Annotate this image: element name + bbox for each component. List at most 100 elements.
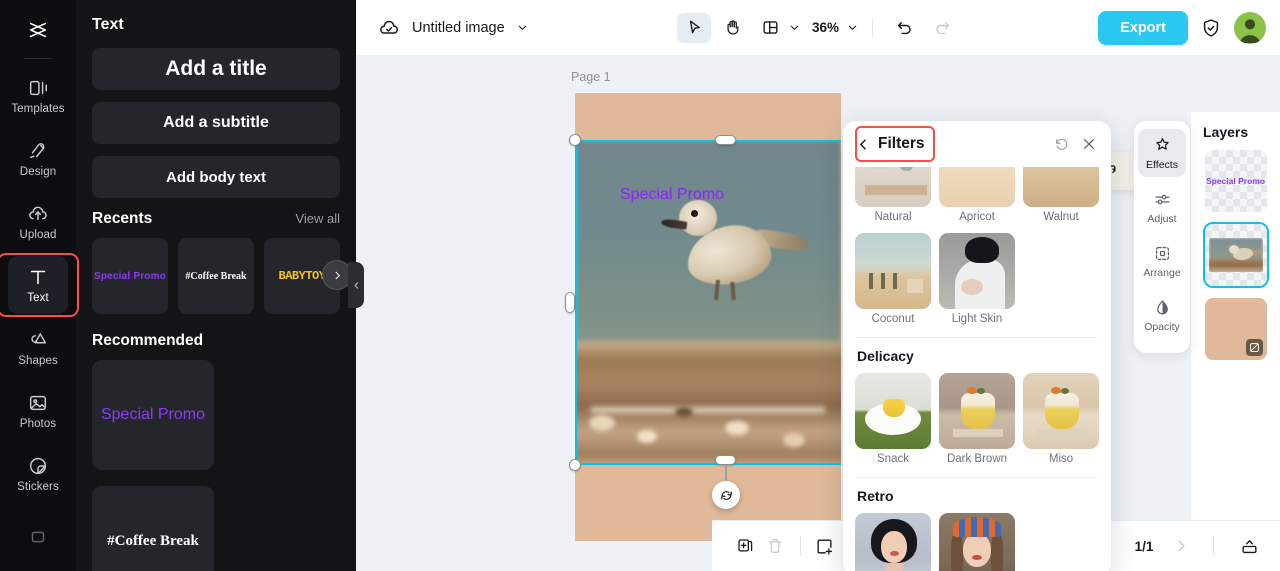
zoom-chevron-down-icon[interactable] <box>847 22 858 33</box>
sidebar-label-stickers: Stickers <box>17 481 59 493</box>
rail-divider <box>24 58 52 59</box>
bottom-right-controls: 1/1 <box>1095 532 1264 560</box>
layer-item-image[interactable] <box>1202 222 1269 288</box>
undo-button[interactable] <box>887 13 921 43</box>
next-page-button[interactable] <box>1169 534 1193 558</box>
hand-tool-button[interactable] <box>715 13 749 43</box>
redo-button[interactable] <box>925 13 959 43</box>
user-avatar[interactable] <box>1234 11 1266 44</box>
sidebar-item-stickers[interactable]: Stickers <box>8 445 68 503</box>
artboard[interactable]: Special Promo <box>575 93 841 541</box>
resize-handle-bottom-mid[interactable] <box>715 455 736 465</box>
image-pebble <box>725 421 749 435</box>
delete-page-button[interactable] <box>760 532 790 560</box>
filters-divider <box>857 337 1097 338</box>
filters-back-button[interactable]: Filters <box>857 135 925 153</box>
bird-eye <box>691 210 698 217</box>
filter-item[interactable]: Walnut <box>1023 167 1099 223</box>
add-body-text-button[interactable]: Add body text <box>92 156 340 198</box>
filter-item[interactable]: Miso <box>1023 373 1099 465</box>
resize-handle-bottom-left[interactable] <box>569 459 581 471</box>
filter-item[interactable]: Snack <box>855 373 931 465</box>
filter-item[interactable]: Light Skin <box>939 233 1015 325</box>
image-pebble <box>783 433 805 447</box>
recommended-item[interactable]: #Coffee Break <box>92 486 214 571</box>
reset-icon[interactable] <box>1054 137 1069 152</box>
recommended-item[interactable]: Special Promo <box>92 360 214 470</box>
filter-label: Light Skin <box>951 313 1003 325</box>
canvas-area[interactable]: Page 1 Special Promo Filters Natural Apr… <box>356 56 1280 571</box>
layout-tool-button[interactable] <box>753 13 787 43</box>
cloud-saved-icon[interactable] <box>378 17 400 39</box>
recent-text-item[interactable]: Special Promo <box>92 238 168 314</box>
image-pebble <box>675 407 693 417</box>
filter-item[interactable] <box>855 513 931 571</box>
add-title-button[interactable]: Add a title <box>92 48 340 90</box>
sidebar-item-design[interactable]: Design <box>8 130 68 188</box>
filter-item[interactable]: Natural <box>855 167 931 223</box>
filters-section-title: Retro <box>857 488 894 504</box>
tab-label-effects: Effects <box>1146 159 1178 171</box>
filter-thumbnail <box>855 167 931 207</box>
tab-label-adjust: Adjust <box>1147 213 1177 225</box>
tab-label-arrange: Arrange <box>1143 267 1181 279</box>
shield-check-icon[interactable] <box>1200 17 1222 39</box>
rotate-handle[interactable] <box>712 481 740 509</box>
filter-label: Miso <box>1048 453 1074 465</box>
sidebar-item-more[interactable] <box>8 508 68 566</box>
filters-title: Filters <box>878 135 925 152</box>
sidebar-item-shapes[interactable]: Shapes <box>8 319 68 377</box>
sidebar-item-upload[interactable]: Upload <box>8 193 68 251</box>
zoom-control[interactable]: 36% <box>812 20 858 35</box>
collapse-panel-handle[interactable] <box>348 262 364 308</box>
layer-thumb-image <box>1208 238 1263 272</box>
sidebar-item-photos[interactable]: Photos <box>8 382 68 440</box>
recent-text-item[interactable]: #Coffee Break <box>178 238 254 314</box>
recommended-grid: Special Promo #Coffee Break Healthy Food… <box>92 360 340 571</box>
filter-thumbnail <box>939 373 1015 449</box>
resize-handle-top-left[interactable] <box>569 134 581 146</box>
bottom-divider <box>800 536 801 556</box>
layer-item-text[interactable]: Special Promo <box>1204 150 1267 212</box>
filter-item[interactable]: Coconut <box>855 233 931 325</box>
canvas-text-element[interactable]: Special Promo <box>620 186 724 204</box>
right-tool-rail: Effects Adjust Arrange Opacity <box>1134 121 1190 353</box>
filters-header-actions <box>1054 136 1097 152</box>
tab-adjust[interactable]: Adjust <box>1138 183 1186 231</box>
filter-thumbnail <box>939 513 1015 571</box>
chevron-down-icon[interactable] <box>517 22 528 33</box>
recommended-header: Recommended <box>92 332 340 350</box>
recent-item-label: #Coffee Break <box>185 270 247 282</box>
recents-view-all-link[interactable]: View all <box>295 211 340 226</box>
filters-popover-header: Filters <box>843 121 1111 167</box>
export-button[interactable]: Export <box>1098 10 1188 45</box>
layer-item-background[interactable] <box>1204 298 1267 360</box>
close-icon[interactable] <box>1081 136 1097 152</box>
present-button[interactable] <box>1234 532 1264 560</box>
tab-opacity[interactable]: Opacity <box>1138 291 1186 339</box>
select-tool-button[interactable] <box>676 12 711 43</box>
recents-row: Special Promo #Coffee Break BABYTOY <box>92 238 352 314</box>
resize-handle-top-mid[interactable] <box>715 135 736 145</box>
sidebar-label-photos: Photos <box>19 418 57 430</box>
filter-item[interactable] <box>939 513 1015 571</box>
tab-label-opacity: Opacity <box>1144 321 1180 333</box>
capcut-logo-icon[interactable] <box>16 8 60 52</box>
recommended-item-label: #Coffee Break <box>107 532 199 549</box>
filter-item[interactable]: Apricot <box>939 167 1015 223</box>
filters-list[interactable]: Natural Apricot Walnut Coconut Light Ski… <box>843 167 1111 571</box>
duplicate-page-button[interactable] <box>730 532 760 560</box>
sidebar-label-upload: Upload <box>19 229 57 241</box>
tab-effects[interactable]: Effects <box>1138 129 1186 177</box>
filter-item[interactable]: Dark Brown <box>939 373 1015 465</box>
filter-thumbnail <box>855 373 931 449</box>
document-title[interactable]: Untitled image <box>412 20 505 36</box>
sidebar-item-text[interactable]: Text <box>0 253 79 317</box>
sidebar-item-templates[interactable]: Templates <box>8 67 68 125</box>
filters-group-delicacy: Snack Dark Brown Miso <box>855 373 1099 465</box>
filter-thumbnail <box>939 167 1015 207</box>
layout-chevron-down-icon[interactable] <box>789 22 800 33</box>
add-subtitle-button[interactable]: Add a subtitle <box>92 102 340 144</box>
tab-arrange[interactable]: Arrange <box>1138 237 1186 285</box>
resize-handle-left-mid[interactable] <box>565 292 575 313</box>
